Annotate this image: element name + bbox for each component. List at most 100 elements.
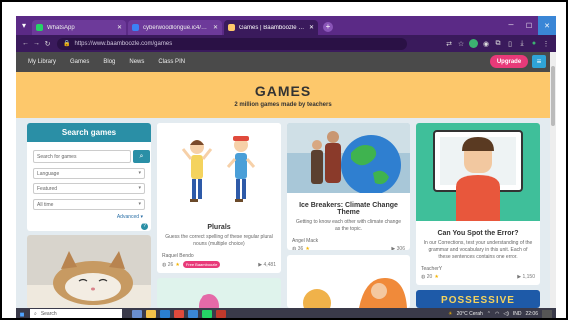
star-icon[interactable]: ☆: [455, 40, 467, 48]
system-tray: ☀ 20°C Cerah ⌃ ◠ ◁) IND 22:06: [444, 310, 556, 318]
weather-text[interactable]: 20°C Cerah: [457, 311, 483, 317]
volume-icon[interactable]: ◁): [503, 311, 509, 317]
screen: ▾ WhatsApp ✕ cyberwoodlongue.ic4/d9epil …: [0, 0, 568, 320]
chevron-down-icon: ▾: [138, 201, 141, 207]
sidebar-icon[interactable]: ▯: [504, 40, 516, 48]
menu-icon[interactable]: ⋮: [540, 40, 552, 48]
globe-icon: ◍: [421, 274, 426, 280]
cat-game-card[interactable]: [27, 235, 151, 308]
forward-icon[interactable]: →: [31, 40, 42, 47]
close-icon[interactable]: ✕: [309, 24, 314, 31]
edge-icon[interactable]: [188, 310, 198, 318]
card-plays: ▶ 1,150: [517, 274, 535, 280]
translate-icon[interactable]: ⇄: [443, 40, 455, 48]
help-icon[interactable]: ?: [141, 223, 148, 230]
time-value: All time: [37, 201, 54, 208]
task-view-icon[interactable]: [132, 310, 142, 318]
whatsapp-icon: [36, 24, 43, 31]
scrollbar-thumb[interactable]: [551, 66, 555, 126]
sort-select[interactable]: Featured ▾: [33, 183, 145, 194]
app-icon[interactable]: [216, 310, 226, 318]
avatar[interactable]: [469, 39, 478, 48]
card-rating: 20: [426, 274, 433, 280]
tab-games[interactable]: Games | Baamboozle - Baamboo ✕: [224, 20, 318, 35]
search-panel-title: Search games: [27, 123, 151, 142]
search-icon: ⌕: [139, 152, 144, 160]
nav-blog[interactable]: Blog: [103, 59, 115, 65]
minimize-icon[interactable]: ─: [502, 16, 520, 35]
star-icon: ★: [305, 246, 310, 250]
tab-cyberwood[interactable]: cyberwoodlongue.ic4/d9epil ✕: [128, 20, 222, 35]
language-indicator[interactable]: IND: [513, 311, 522, 317]
site-nav: My Library Games Blog News Class PIN Upg…: [16, 52, 550, 72]
chevron-down-icon: ▾: [138, 170, 141, 176]
search-input[interactable]: Search for games: [33, 150, 131, 163]
clock[interactable]: 22:06: [525, 311, 538, 317]
hamburger-menu-icon[interactable]: ≡: [532, 55, 546, 68]
chrome-icon[interactable]: [174, 310, 184, 318]
nav-news[interactable]: News: [129, 59, 144, 65]
close-window-icon[interactable]: ✕: [538, 16, 556, 35]
language-select[interactable]: Language ▾: [33, 168, 145, 179]
game-card-partial[interactable]: [287, 255, 410, 308]
extension-icon[interactable]: ◉: [480, 40, 492, 48]
nav-my-library[interactable]: My Library: [28, 59, 56, 65]
language-value: Language: [37, 170, 60, 177]
card-plays: ▶ 306: [391, 246, 405, 250]
time-select[interactable]: All time ▾: [33, 199, 145, 210]
ice-breakers-image: [287, 123, 410, 195]
plurals-image: [157, 123, 281, 215]
tab-whatsapp[interactable]: WhatsApp ✕: [32, 20, 126, 35]
card-description: Getting to know each other with climate …: [295, 219, 402, 232]
card-description: In our Corrections, test your understand…: [423, 240, 533, 260]
games-banner: GAMES 2 million games made by teachers: [16, 72, 550, 118]
extensions-puzzle-icon[interactable]: ⧉: [492, 40, 504, 48]
card-rating: 26: [167, 261, 174, 268]
upgrade-button[interactable]: Upgrade: [490, 55, 528, 68]
games-content: Search games Search for games ⌕ Language…: [16, 118, 550, 308]
spot-error-image: [416, 123, 540, 221]
page-icon: [132, 24, 139, 31]
status-badge: Free Baamboozle: [182, 261, 221, 268]
game-card-partial[interactable]: [157, 278, 281, 308]
card-title: Can You Spot the Error?: [437, 230, 519, 237]
chevron-up-icon[interactable]: ⌃: [487, 311, 491, 317]
nav-class-pin[interactable]: Class PIN: [158, 59, 185, 65]
baamboozle-icon: [228, 24, 235, 31]
back-icon[interactable]: ←: [20, 40, 31, 47]
notification-icon[interactable]: [542, 310, 552, 318]
toolbar-icons: ⇄ ☆ ◉ ⧉ ▯ ⤓ ● ⋮: [443, 39, 552, 48]
download-icon[interactable]: ⤓: [516, 40, 528, 48]
close-icon[interactable]: ✕: [117, 24, 122, 31]
search-icon: ⌕: [34, 311, 37, 317]
search-button[interactable]: ⌕: [133, 150, 150, 163]
tab-label: cyberwoodlongue.ic4/d9epil: [143, 24, 210, 31]
game-card-ice-breakers[interactable]: Ice Breakers: Climate Change Theme Getti…: [287, 123, 410, 250]
advanced-link[interactable]: Advanced ▾: [117, 214, 143, 220]
maximize-icon[interactable]: ☐: [520, 16, 538, 35]
card-image: [199, 294, 219, 308]
game-card-plurals[interactable]: Plurals Guess the correct spelling of th…: [157, 123, 281, 273]
taskbar-search[interactable]: ⌕ Search: [30, 309, 122, 318]
page-title: GAMES: [254, 83, 312, 99]
whatsapp-icon[interactable]: [202, 310, 212, 318]
reload-icon[interactable]: ↻: [42, 40, 53, 48]
close-icon[interactable]: ✕: [213, 24, 218, 31]
game-card-possessive[interactable]: POSSESSIVE: [416, 290, 540, 308]
taskbar-search-label: Search: [40, 311, 57, 317]
window-controls: ─ ☐ ✕: [502, 16, 556, 35]
card-title: Plurals: [207, 224, 231, 231]
file-explorer-icon[interactable]: [146, 310, 156, 318]
store-icon[interactable]: [160, 310, 170, 318]
wifi-icon[interactable]: ◠: [495, 311, 499, 317]
taskbar-apps: [132, 310, 230, 318]
address-bar[interactable]: 🔒 https://www.baamboozle.com/games: [57, 37, 407, 50]
nav-games[interactable]: Games: [70, 59, 89, 65]
page-scrollbar[interactable]: [550, 52, 556, 308]
new-tab-button[interactable]: +: [323, 22, 333, 32]
card-description: Guess the correct spelling of these regu…: [165, 234, 273, 247]
windows-start-icon[interactable]: ■: [16, 308, 28, 319]
tab-search-icon[interactable]: ▾: [16, 16, 32, 35]
game-card-spot-error[interactable]: Can You Spot the Error? In our Correctio…: [416, 123, 540, 285]
profile-icon[interactable]: ●: [528, 40, 540, 47]
